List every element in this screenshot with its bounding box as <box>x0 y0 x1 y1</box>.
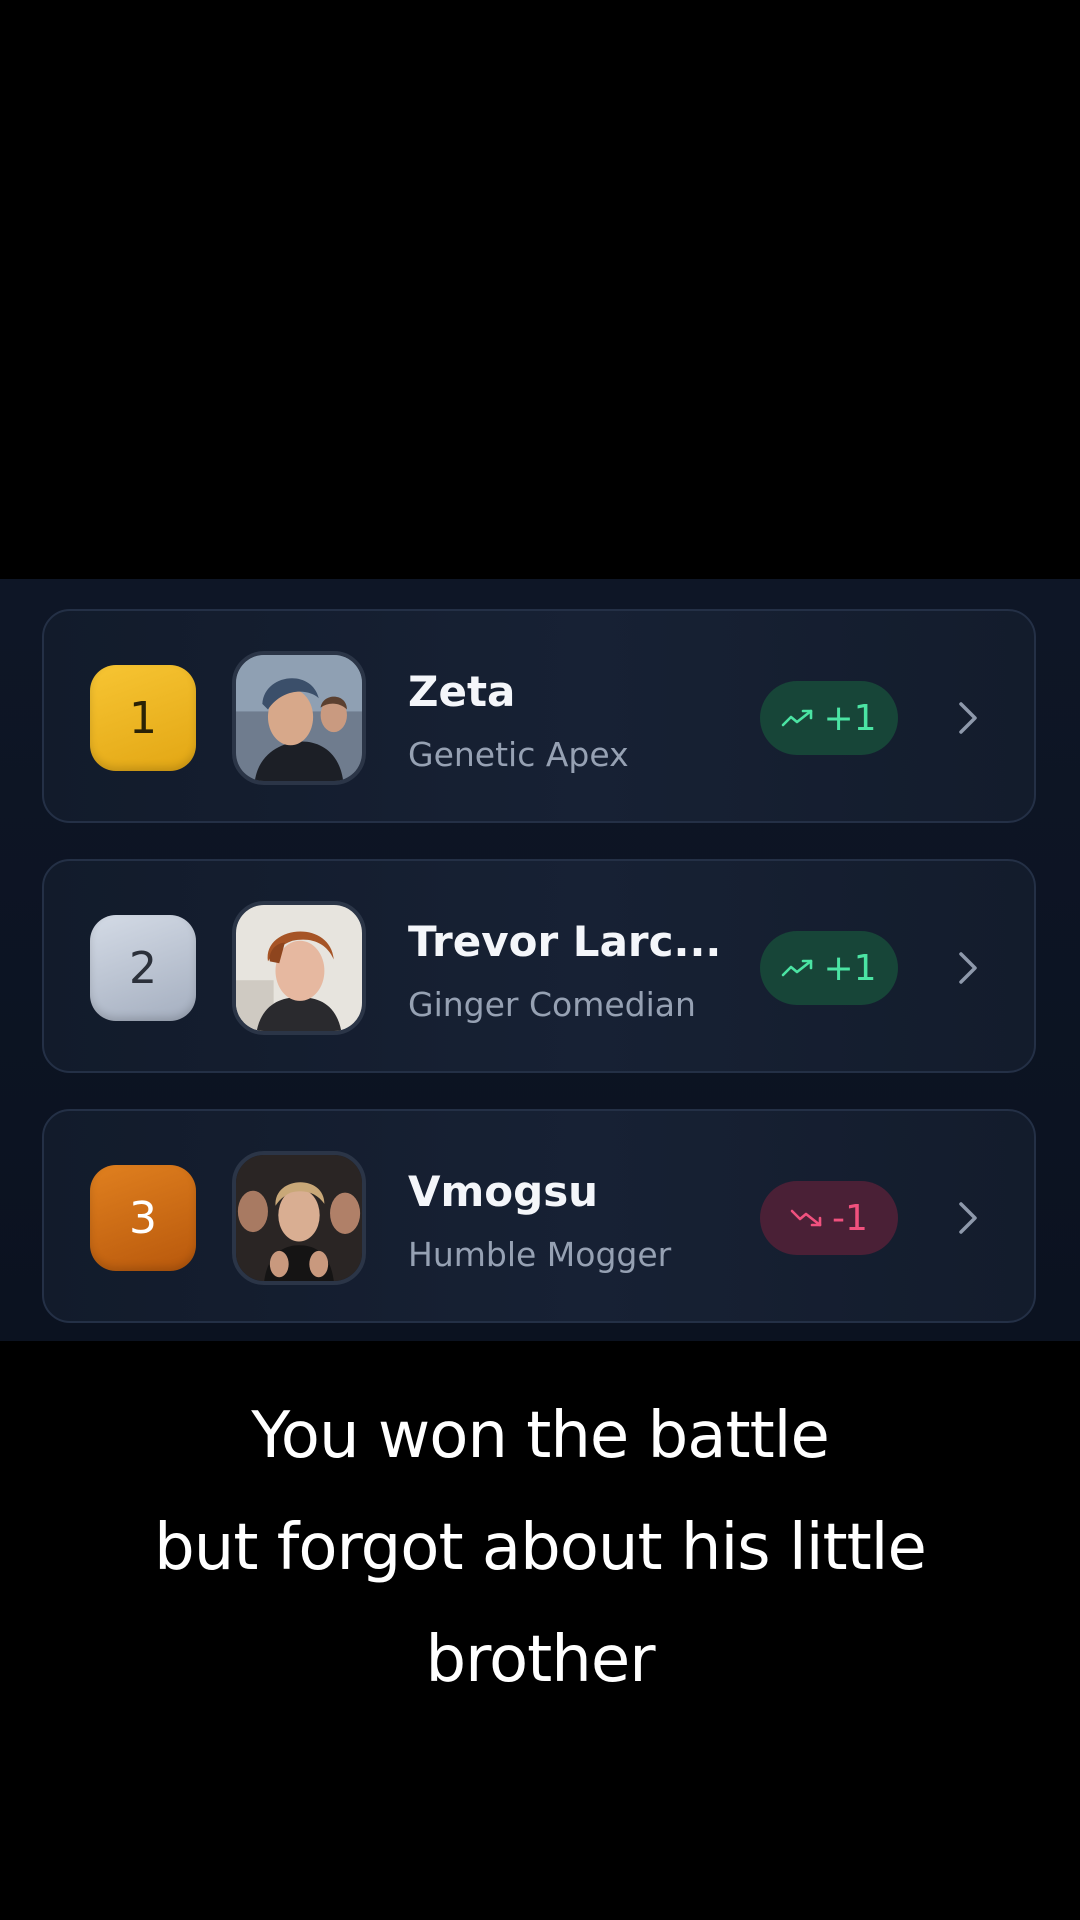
caption-line: but forgot about his little <box>154 1511 927 1585</box>
avatar[interactable] <box>232 1151 366 1285</box>
trending-down-icon <box>790 1209 822 1227</box>
trending-up-icon <box>782 959 813 977</box>
chevron-right-icon[interactable] <box>948 1193 988 1243</box>
leaderboard-row-3[interactable]: 3 Vmogsu Humble Mogger -1 <box>42 1109 1036 1323</box>
avatar[interactable] <box>232 901 366 1035</box>
video-caption: You won the battle but forgot about his … <box>60 1380 1020 1716</box>
rank-change-badge: -1 <box>760 1181 898 1255</box>
player-title: Humble Mogger <box>408 1235 672 1274</box>
leaderboard-panel: 1 Zeta Genetic Apex +1 2 Trevor Larc... … <box>0 579 1080 1341</box>
chevron-right-icon[interactable] <box>948 693 988 743</box>
avatar-photo-icon <box>236 655 362 781</box>
rank-change-badge: +1 <box>760 681 898 755</box>
caption-line: brother <box>425 1623 655 1697</box>
player-name: Vmogsu <box>408 1167 599 1216</box>
rank-change-badge: +1 <box>760 931 898 1005</box>
avatar[interactable] <box>232 651 366 785</box>
avatar-photo-icon <box>236 1155 362 1281</box>
trending-up-icon <box>782 709 813 727</box>
avatar-photo-icon <box>236 905 362 1031</box>
leaderboard-row-1[interactable]: 1 Zeta Genetic Apex +1 <box>42 609 1036 823</box>
player-title: Ginger Comedian <box>408 985 696 1024</box>
leaderboard-row-2[interactable]: 2 Trevor Larc... Ginger Comedian +1 <box>42 859 1036 1073</box>
rank-change-value: -1 <box>832 1197 868 1239</box>
chevron-right-icon[interactable] <box>948 943 988 993</box>
player-name: Trevor Larc... <box>408 917 722 966</box>
rank-badge: 1 <box>90 665 196 771</box>
rank-badge: 2 <box>90 915 196 1021</box>
player-title: Genetic Apex <box>408 735 629 774</box>
caption-line: You won the battle <box>251 1399 830 1473</box>
rank-change-value: +1 <box>823 947 877 989</box>
rank-badge: 3 <box>90 1165 196 1271</box>
player-name: Zeta <box>408 667 516 716</box>
rank-change-value: +1 <box>823 697 877 739</box>
